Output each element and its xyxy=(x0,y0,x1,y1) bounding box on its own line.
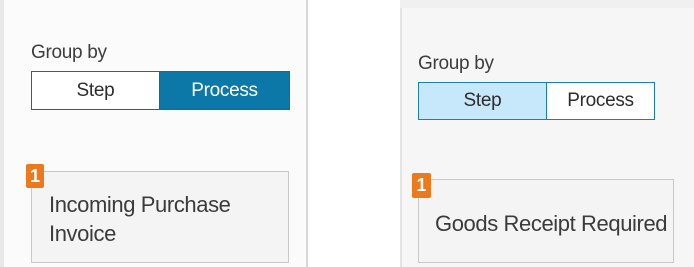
group-by-process-button[interactable]: Process xyxy=(159,72,289,109)
card-title: Goods Receipt Required xyxy=(435,211,668,236)
group-by-toggle: Step Process xyxy=(31,71,290,110)
process-card[interactable]: Incoming Purchase Invoice xyxy=(31,171,289,263)
panel-divider xyxy=(400,8,402,267)
count-badge: 1 xyxy=(412,173,431,198)
group-by-process-button[interactable]: Process xyxy=(546,83,654,119)
group-by-step-button[interactable]: Step xyxy=(32,72,159,109)
group-by-label: Group by xyxy=(418,53,494,74)
background-gap xyxy=(308,0,400,267)
count-badge: 1 xyxy=(26,164,44,188)
panel-edge xyxy=(0,0,4,267)
step-card[interactable]: Goods Receipt Required xyxy=(418,179,674,263)
group-by-step-button[interactable]: Step xyxy=(419,83,546,119)
group-by-toggle: Step Process xyxy=(418,82,655,120)
panel-divider xyxy=(306,0,308,267)
group-by-label: Group by xyxy=(31,42,107,63)
card-title: Incoming Purchase Invoice xyxy=(49,192,231,246)
